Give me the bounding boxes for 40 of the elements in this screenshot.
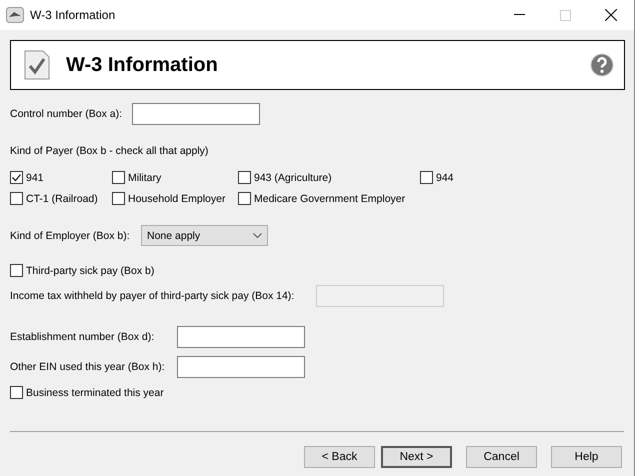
checkbox[interactable]	[112, 171, 125, 184]
checkbox-label: CT-1 (Railroad)	[26, 192, 98, 204]
app-icon	[6, 7, 24, 23]
checkbox[interactable]	[10, 264, 23, 277]
checkbox-label: Medicare Government Employer	[254, 192, 406, 204]
field-label: Income tax withheld by payer of third-party sick pay (Box 14):	[10, 290, 296, 302]
dialog-button[interactable]: Next >	[381, 446, 452, 468]
field-label: Kind of Employer (Box b):	[10, 230, 131, 242]
close-icon[interactable]	[605, 9, 617, 21]
checkbox[interactable]	[10, 386, 23, 399]
input-field[interactable]	[177, 326, 305, 348]
field-label: Other EIN used this year (Box h):	[10, 361, 166, 373]
checkbox-label: Military	[128, 172, 162, 184]
help-icon[interactable]	[590, 53, 614, 77]
checkbox[interactable]	[238, 192, 251, 205]
document-check-icon	[24, 50, 50, 80]
checkbox-label: Business terminated this year	[26, 386, 164, 398]
dialog-button[interactable]: Cancel	[466, 446, 537, 468]
minimize-icon[interactable]	[514, 14, 524, 16]
checkbox-label: 943 (Agriculture)	[254, 172, 332, 184]
checkbox[interactable]	[238, 171, 251, 184]
input-field[interactable]	[132, 103, 260, 125]
checkbox-label: Third-party sick pay (Box b)	[26, 264, 154, 276]
checkbox[interactable]	[420, 171, 433, 184]
field-label: Control number (Box a):	[10, 108, 124, 120]
dialog-button[interactable]: Help	[551, 446, 622, 468]
chevron-icon	[253, 233, 262, 238]
checkbox[interactable]	[112, 192, 125, 205]
input-field[interactable]	[177, 356, 305, 378]
header-title: W-3 Information	[66, 54, 219, 76]
checkbox[interactable]	[10, 192, 23, 205]
checkbox-label: 941	[26, 172, 44, 184]
checkbox[interactable]	[10, 171, 23, 184]
dialog-button[interactable]: < Back	[304, 446, 375, 468]
window-title: W-3 Information	[30, 8, 116, 22]
checkbox-label: 944	[436, 172, 454, 184]
field-label: Establishment number (Box d):	[10, 331, 156, 343]
section-label: Kind of Payer (Box b - check all that apply)	[10, 145, 210, 157]
dropdown[interactable]: None apply	[141, 225, 268, 246]
checkbox-label: Household Employer	[128, 192, 226, 204]
